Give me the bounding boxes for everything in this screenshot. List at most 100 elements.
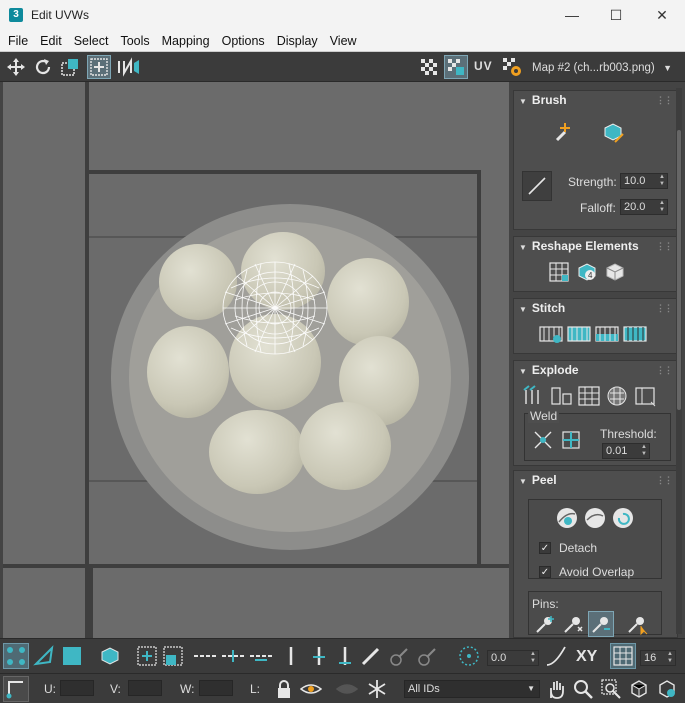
hide-icon[interactable] xyxy=(334,676,360,702)
u-field[interactable] xyxy=(60,680,94,696)
absolute-offset-icon[interactable] xyxy=(3,676,29,702)
v-field[interactable] xyxy=(128,680,162,696)
ring-grow-icon[interactable] xyxy=(306,643,332,669)
grid-split-icon[interactable] xyxy=(576,383,602,409)
stitch-average-icon[interactable] xyxy=(594,321,620,347)
detach-checkbox-row[interactable]: ✓ Detach xyxy=(539,541,597,555)
zoom-icon[interactable] xyxy=(570,676,596,702)
peel-rollout-header[interactable]: ▼ Peel ⋮⋮ xyxy=(514,471,677,489)
map-select[interactable]: Map #2 (ch...rb003.png) ▼ xyxy=(528,58,676,78)
rotate-icon[interactable] xyxy=(31,55,55,79)
grid-snap-icon[interactable] xyxy=(610,643,636,669)
straighten-icon[interactable] xyxy=(546,259,572,285)
pins-label: Pins: xyxy=(532,597,559,611)
xy-axis-button[interactable]: XY xyxy=(576,648,597,666)
break-icon[interactable] xyxy=(520,383,546,409)
material-id-select[interactable]: All IDs ▼ xyxy=(404,680,540,698)
split-icon[interactable] xyxy=(548,383,574,409)
pin-remove-icon[interactable] xyxy=(560,611,586,637)
menu-select[interactable]: Select xyxy=(68,34,115,48)
face-select-icon[interactable] xyxy=(59,643,85,669)
paint-shrink-icon[interactable] xyxy=(414,643,440,669)
strength-value: 10.0 xyxy=(624,175,646,187)
peel-mode-icon[interactable] xyxy=(582,505,608,531)
grid-size-spinner[interactable]: 16 ▲ ▼ xyxy=(640,650,676,666)
rotate-angle-spinner[interactable]: 0.0 ▲ ▼ xyxy=(487,650,539,666)
stitch-to-source-icon[interactable] xyxy=(622,321,648,347)
avoid-overlap-checkbox-row[interactable]: ✓ Avoid Overlap xyxy=(539,565,634,579)
edge-select-icon[interactable] xyxy=(31,643,57,669)
threshold-spinner[interactable]: 0.01 ▲ ▼ xyxy=(602,443,650,459)
checker-icon[interactable] xyxy=(417,55,441,79)
shrink-selection-icon[interactable] xyxy=(160,643,186,669)
falloff-spinner[interactable]: 20.0 ▲ ▼ xyxy=(620,199,668,215)
menu-view[interactable]: View xyxy=(324,34,363,48)
weld-target-icon[interactable] xyxy=(558,427,584,453)
grow-selection-icon[interactable] xyxy=(134,643,160,669)
paint-grow-icon[interactable] xyxy=(386,643,412,669)
loop-select-icon[interactable] xyxy=(192,643,218,669)
panel-scrollbar-thumb[interactable] xyxy=(677,130,681,410)
show-hidden-icon[interactable] xyxy=(298,676,324,702)
falloff-curve-icon[interactable] xyxy=(522,171,552,201)
soft-selection-icon[interactable] xyxy=(543,643,569,669)
detach-checkbox[interactable]: ✓ xyxy=(539,542,551,554)
menu-mapping[interactable]: Mapping xyxy=(156,34,216,48)
paint-move-icon[interactable] xyxy=(552,119,578,145)
loop-grow-icon[interactable] xyxy=(220,643,246,669)
collapse-triangle-icon: ▼ xyxy=(519,97,527,106)
pin-select-icon[interactable] xyxy=(624,611,650,637)
rotate-angle-icon[interactable] xyxy=(456,643,482,669)
vertex-select-icon[interactable] xyxy=(3,643,29,669)
texture-settings-icon[interactable] xyxy=(500,55,524,79)
show-map-icon[interactable] xyxy=(444,55,468,79)
weld-selected-icon[interactable] xyxy=(530,427,556,453)
ring-shrink-icon[interactable] xyxy=(332,643,358,669)
relax-icon[interactable]: 4 xyxy=(574,259,600,285)
menu-options[interactable]: Options xyxy=(216,34,271,48)
relax-brush-icon[interactable] xyxy=(600,119,626,145)
zoom-selected-icon[interactable] xyxy=(654,676,680,702)
stitch-to-target-icon[interactable] xyxy=(566,321,592,347)
move-icon[interactable] xyxy=(4,55,28,79)
pan-icon[interactable] xyxy=(543,676,569,702)
element-select-icon[interactable] xyxy=(97,643,123,669)
uv-wireframe[interactable] xyxy=(217,258,333,362)
scale-icon[interactable] xyxy=(58,55,82,79)
loop-shrink-icon[interactable] xyxy=(248,643,274,669)
reshape-rollout-header[interactable]: ▼ Reshape Elements ⋮⋮ xyxy=(514,237,677,255)
pin-auto-icon[interactable] xyxy=(588,611,614,637)
menu-tools[interactable]: Tools xyxy=(114,34,155,48)
stitch-custom-icon[interactable] xyxy=(538,321,564,347)
stitch-rollout-header[interactable]: ▼ Stitch ⋮⋮ xyxy=(514,299,677,317)
minimize-button[interactable]: — xyxy=(549,0,595,30)
lock-icon[interactable] xyxy=(271,676,297,702)
maximize-button[interactable]: ☐ xyxy=(593,0,639,30)
uv-viewport[interactable] xyxy=(3,82,509,638)
pin-add-icon[interactable] xyxy=(532,611,558,637)
grip-icon: ⋮⋮ xyxy=(656,365,673,375)
strength-spinner[interactable]: 10.0 ▲ ▼ xyxy=(620,173,668,189)
brush-rollout-header[interactable]: ▼ Brush ⋮⋮ xyxy=(514,91,677,109)
zoom-region-icon[interactable] xyxy=(598,676,624,702)
title-bar: 3 Edit UVWs — ☐ ✕ xyxy=(0,0,685,30)
freeze-icon[interactable] xyxy=(364,676,390,702)
close-button[interactable]: ✕ xyxy=(639,0,685,30)
zoom-extents-icon[interactable] xyxy=(626,676,652,702)
paint-select-icon[interactable] xyxy=(358,643,384,669)
menu-file[interactable]: File xyxy=(0,34,34,48)
flatten-icon[interactable] xyxy=(632,383,658,409)
ring-select-icon[interactable] xyxy=(278,643,304,669)
explode-rollout-header[interactable]: ▼ Explode ⋮⋮ xyxy=(514,361,677,379)
avoid-overlap-checkbox[interactable]: ✓ xyxy=(539,566,551,578)
freeform-mode-icon[interactable] xyxy=(87,55,111,79)
mirror-icon[interactable] xyxy=(116,55,140,79)
reset-peel-icon[interactable] xyxy=(610,505,636,531)
menu-display[interactable]: Display xyxy=(271,34,324,48)
uv-channel-label[interactable]: UV xyxy=(474,59,493,73)
checker-explode-icon[interactable] xyxy=(604,383,630,409)
w-field[interactable] xyxy=(199,680,233,696)
menu-edit[interactable]: Edit xyxy=(34,34,68,48)
quick-peel-icon[interactable] xyxy=(554,505,580,531)
arrange-icon[interactable] xyxy=(602,259,628,285)
